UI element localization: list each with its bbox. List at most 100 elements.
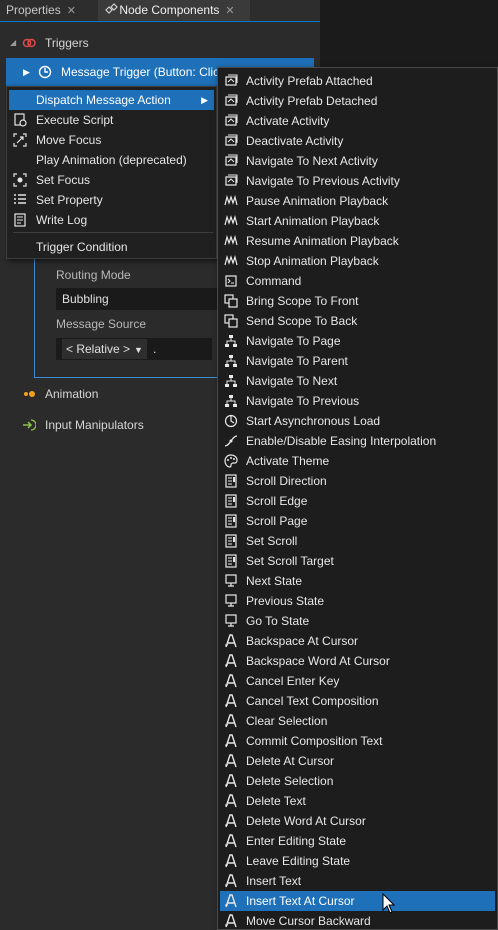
submenu-item-navigate-to-page[interactable]: Navigate To Page xyxy=(220,331,495,351)
state-icon xyxy=(224,574,238,588)
collapse-triangle-icon[interactable]: ◢ xyxy=(10,30,16,56)
menu-item-trigger-condition[interactable]: Trigger Condition xyxy=(9,237,214,257)
submenu-item-cancel-text-composition[interactable]: Cancel Text Composition xyxy=(220,691,495,711)
component-icon xyxy=(104,3,118,15)
submenu-item-label: Set Scroll Target xyxy=(246,554,334,568)
submenu-item-navigate-to-next-activity[interactable]: Navigate To Next Activity xyxy=(220,151,495,171)
tab-label: Properties xyxy=(6,3,61,17)
submenu-item-delete-at-cursor[interactable]: Delete At Cursor xyxy=(220,751,495,771)
menu-separator xyxy=(13,232,213,233)
submenu-item-set-scroll-target[interactable]: Set Scroll Target xyxy=(220,551,495,571)
submenu-item-start-animation-playback[interactable]: Start Animation Playback xyxy=(220,211,495,231)
submenu-item-bring-scope-to-front[interactable]: Bring Scope To Front xyxy=(220,291,495,311)
menu-item-write-log[interactable]: Write Log xyxy=(9,210,214,230)
input-manipulators-label: Input Manipulators xyxy=(45,418,144,432)
text-icon xyxy=(224,834,238,848)
submenu-item-enter-editing-state[interactable]: Enter Editing State xyxy=(220,831,495,851)
tab-label: Node Components xyxy=(119,3,220,17)
routing-mode-field[interactable]: Bubbling xyxy=(56,288,218,310)
submenu-item-enable-disable-easing-interpolation[interactable]: Enable/Disable Easing Interpolation xyxy=(220,431,495,451)
submenu-item-activity-prefab-attached[interactable]: Activity Prefab Attached xyxy=(220,71,495,91)
text-icon xyxy=(224,694,238,708)
submenu-item-backspace-at-cursor[interactable]: Backspace At Cursor xyxy=(220,631,495,651)
submenu-item-navigate-to-previous[interactable]: Navigate To Previous xyxy=(220,391,495,411)
submenu-item-label: Start Asynchronous Load xyxy=(246,414,381,428)
submenu-item-activate-theme[interactable]: Activate Theme xyxy=(220,451,495,471)
submenu-item-commit-composition-text[interactable]: Commit Composition Text xyxy=(220,731,495,751)
submenu-item-label: Enter Editing State xyxy=(246,834,347,848)
menu-item-dispatch-message-action[interactable]: Dispatch Message Action ▶ xyxy=(9,90,214,110)
submenu-item-next-state[interactable]: Next State xyxy=(220,571,495,591)
submenu-item-move-cursor-backward[interactable]: Move Cursor Backward xyxy=(220,911,495,929)
submenu-item-label: Next State xyxy=(246,574,303,588)
message-source-field[interactable]: < Relative > ▼. xyxy=(56,338,212,360)
expand-triangle-icon[interactable]: ▶ xyxy=(23,58,30,86)
submenu-item-stop-animation-playback[interactable]: Stop Animation Playback xyxy=(220,251,495,271)
submenu-item-scroll-edge[interactable]: Scroll Edge xyxy=(220,491,495,511)
submenu-item-deactivate-activity[interactable]: Deactivate Activity xyxy=(220,131,495,151)
menu-item-label: Set Focus xyxy=(36,173,91,187)
scroll-icon xyxy=(224,474,238,488)
submenu-item-label: Start Animation Playback xyxy=(246,214,380,228)
close-icon[interactable]: ✕ xyxy=(67,1,76,22)
menu-item-move-focus[interactable]: Move Focus xyxy=(9,130,214,150)
menu-item-execute-script[interactable]: Execute Script xyxy=(9,110,214,130)
submenu-item-clear-selection[interactable]: Clear Selection xyxy=(220,711,495,731)
submenu-item-delete-selection[interactable]: Delete Selection xyxy=(220,771,495,791)
write-log-icon xyxy=(13,213,27,227)
submenu-item-label: Navigate To Previous xyxy=(246,394,360,408)
scroll-icon xyxy=(224,554,238,568)
submenu-item-label: Leave Editing State xyxy=(246,854,351,868)
activity-icon xyxy=(224,74,238,88)
submenu-item-start-asynchronous-load[interactable]: Start Asynchronous Load xyxy=(220,411,495,431)
text-icon xyxy=(224,754,238,768)
tab-bar: Properties ✕ Node Components ✕ xyxy=(0,0,320,22)
menu-item-play-animation[interactable]: Play Animation (deprecated) xyxy=(9,150,214,170)
submenu-item-go-to-state[interactable]: Go To State xyxy=(220,611,495,631)
submenu-item-activity-prefab-detached[interactable]: Activity Prefab Detached xyxy=(220,91,495,111)
submenu-item-command[interactable]: Command xyxy=(220,271,495,291)
message-source-value: < Relative > xyxy=(66,342,131,356)
submenu-item-scroll-page[interactable]: Scroll Page xyxy=(220,511,495,531)
chevron-down-icon[interactable]: ▼ xyxy=(134,340,143,360)
submenu-item-navigate-to-previous-activity[interactable]: Navigate To Previous Activity xyxy=(220,171,495,191)
submenu-item-backspace-word-at-cursor[interactable]: Backspace Word At Cursor xyxy=(220,651,495,671)
submenu-item-scroll-direction[interactable]: Scroll Direction xyxy=(220,471,495,491)
async-load-icon xyxy=(224,414,238,428)
message-source-dropdown[interactable]: < Relative > ▼ xyxy=(62,339,147,359)
submenu-item-insert-text-at-cursor[interactable]: Insert Text At Cursor xyxy=(220,891,495,911)
submenu-item-label: Delete Selection xyxy=(246,774,334,788)
submenu-item-label: Go To State xyxy=(246,614,310,628)
trigger-icon xyxy=(22,36,36,50)
submenu-item-leave-editing-state[interactable]: Leave Editing State xyxy=(220,851,495,871)
submenu-item-insert-text[interactable]: Insert Text xyxy=(220,871,495,891)
submenu-item-label: Navigate To Next Activity xyxy=(246,154,378,168)
submenu-item-delete-word-at-cursor[interactable]: Delete Word At Cursor xyxy=(220,811,495,831)
submenu-item-send-scope-to-back[interactable]: Send Scope To Back xyxy=(220,311,495,331)
submenu-item-pause-animation-playback[interactable]: Pause Animation Playback xyxy=(220,191,495,211)
triggers-section-header[interactable]: ◢ Triggers xyxy=(6,30,314,56)
submenu-item-label: Scroll Edge xyxy=(246,494,308,508)
submenu-item-set-scroll[interactable]: Set Scroll xyxy=(220,531,495,551)
submenu-item-activate-activity[interactable]: Activate Activity xyxy=(220,111,495,131)
menu-item-label: Set Property xyxy=(36,193,103,207)
submenu-item-label: Scroll Page xyxy=(246,514,308,528)
text-icon xyxy=(224,674,238,688)
submenu-item-navigate-to-parent[interactable]: Navigate To Parent xyxy=(220,351,495,371)
menu-item-set-focus[interactable]: Set Focus xyxy=(9,170,214,190)
submenu-item-navigate-to-next[interactable]: Navigate To Next xyxy=(220,371,495,391)
submenu-item-label: Resume Animation Playback xyxy=(246,234,399,248)
tab-properties[interactable]: Properties ✕ xyxy=(0,0,102,21)
submenu-item-label: Stop Animation Playback xyxy=(246,254,379,268)
text-icon xyxy=(224,894,238,908)
submenu-item-resume-animation-playback[interactable]: Resume Animation Playback xyxy=(220,231,495,251)
tab-node-components[interactable]: Node Components ✕ xyxy=(98,0,250,21)
submenu-item-label: Cancel Enter Key xyxy=(246,674,340,688)
menu-item-set-property[interactable]: Set Property xyxy=(9,190,214,210)
close-icon[interactable]: ✕ xyxy=(225,1,234,22)
submenu-item-label: Commit Composition Text xyxy=(246,734,383,748)
submenu-item-previous-state[interactable]: Previous State xyxy=(220,591,495,611)
submenu-item-delete-text[interactable]: Delete Text xyxy=(220,791,495,811)
submenu-item-cancel-enter-key[interactable]: Cancel Enter Key xyxy=(220,671,495,691)
scope-icon xyxy=(224,314,238,328)
